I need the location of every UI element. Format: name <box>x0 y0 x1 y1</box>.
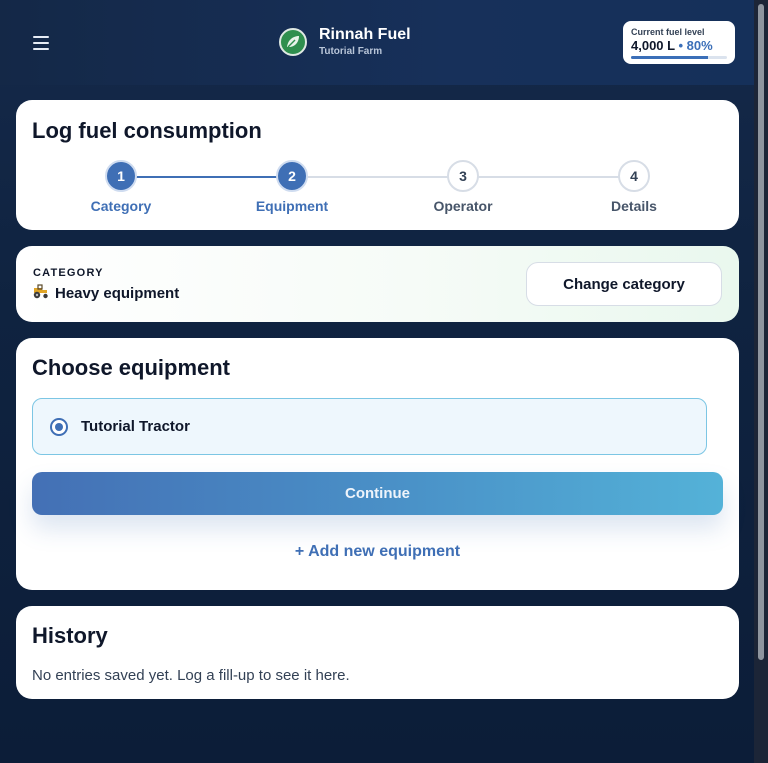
equipment-option-label: Tutorial Tractor <box>81 418 190 435</box>
fuel-level-bar-fill <box>631 56 708 59</box>
continue-button[interactable]: Continue <box>32 472 723 515</box>
step-number: 1 <box>105 160 137 192</box>
category-card: CATEGORY Heavy equipment Change category <box>16 246 739 322</box>
brand: Rinnah Fuel Tutorial Farm <box>279 26 411 57</box>
history-card: History No entries saved yet. Log a fill… <box>16 606 739 699</box>
step-label: Operator <box>433 198 493 214</box>
step-label: Equipment <box>255 198 329 214</box>
fuel-percent: 80% <box>686 38 713 53</box>
stepper: 1 Category 2 Equipment 3 Operator 4 Deta… <box>16 160 739 220</box>
farm-name: Tutorial Farm <box>319 46 383 57</box>
step-number: 2 <box>276 160 308 192</box>
equipment-card: Choose equipment Tutorial Tractor Contin… <box>16 338 739 590</box>
fuel-level-bar <box>631 56 727 59</box>
step-category[interactable]: 1 Category <box>61 160 181 214</box>
category-value: Heavy equipment <box>32 284 179 302</box>
equipment-title: Choose equipment <box>32 355 231 380</box>
fuel-level-label: Current fuel level <box>631 27 705 37</box>
step-number: 4 <box>618 160 650 192</box>
page-title: Log fuel consumption <box>32 118 262 143</box>
hamburger-menu-icon[interactable] <box>33 36 49 50</box>
history-title: History <box>32 623 108 648</box>
wizard-card: Log fuel consumption 1 Category 2 Equipm… <box>16 100 739 230</box>
step-number: 3 <box>447 160 479 192</box>
fuel-level-widget[interactable]: Current fuel level 4,000 L • 80% <box>623 21 735 64</box>
radio-selected-icon[interactable] <box>50 417 68 436</box>
step-label: Category <box>90 198 152 214</box>
step-operator: 3 Operator <box>403 160 523 214</box>
fuel-amount: 4,000 L <box>631 38 675 53</box>
app-title: Rinnah Fuel <box>319 26 411 43</box>
add-equipment-link[interactable]: + Add new equipment <box>16 543 739 561</box>
step-equipment[interactable]: 2 Equipment <box>232 160 352 214</box>
app-header: Rinnah Fuel Tutorial Farm Current fuel l… <box>0 0 754 85</box>
page-scrollbar[interactable] <box>754 0 768 763</box>
category-name: Heavy equipment <box>55 284 180 302</box>
tractor-icon <box>32 284 49 302</box>
history-empty-message: No entries saved yet. Log a fill-up to s… <box>32 667 350 684</box>
equipment-option[interactable]: Tutorial Tractor <box>32 398 707 455</box>
step-details: 4 Details <box>574 160 694 214</box>
fuel-level-value: 4,000 L • 80% <box>631 38 727 53</box>
step-label: Details <box>611 198 657 214</box>
leaf-logo-icon <box>279 27 307 56</box>
change-category-button[interactable]: Change category <box>526 262 722 306</box>
scrollbar-thumb[interactable] <box>758 4 764 660</box>
fuel-separator: • <box>678 38 684 53</box>
category-label: CATEGORY <box>33 267 104 279</box>
